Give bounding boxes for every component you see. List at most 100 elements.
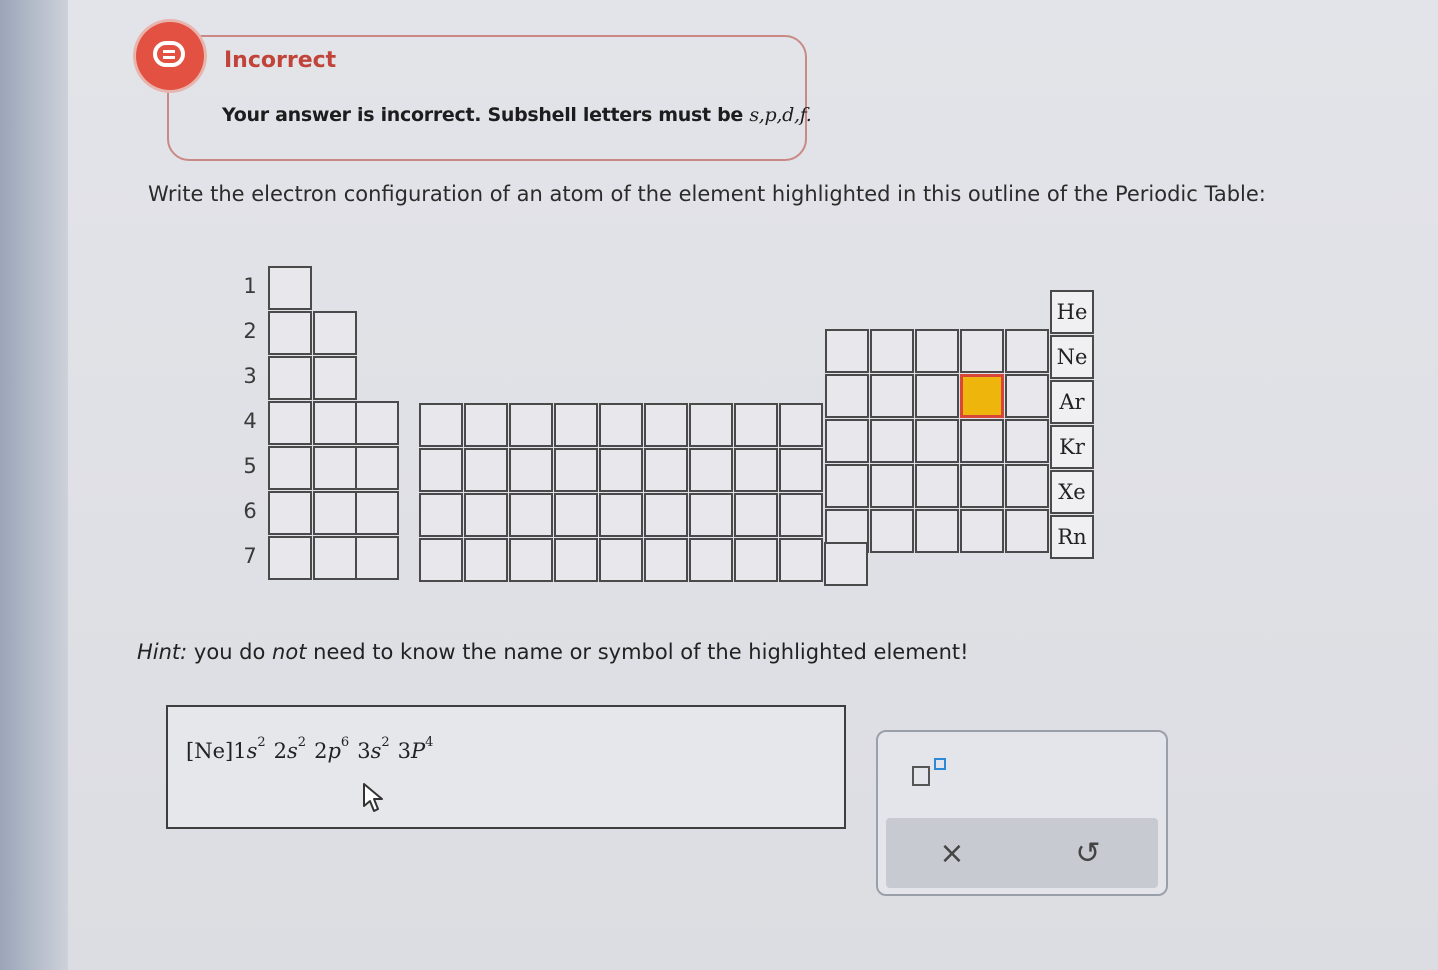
- element-cell: [599, 403, 643, 447]
- element-cell: [313, 311, 357, 355]
- highlighted-element-cell: [960, 374, 1004, 418]
- element-cell: [268, 401, 312, 445]
- element-cell: [554, 448, 598, 492]
- element-cell: [268, 356, 312, 400]
- math-tools-panel: × ↺: [876, 730, 1168, 896]
- period-number: 6: [243, 499, 257, 523]
- element-cell: [268, 311, 312, 355]
- element-cell: [960, 509, 1004, 553]
- element-cell: [779, 448, 823, 492]
- period-number: 1: [243, 274, 257, 298]
- subshell-term: 1s2: [233, 735, 266, 763]
- noble-gas-cell-ar: Ar: [1050, 380, 1094, 424]
- question-text: Write the electron configuration of an a…: [148, 182, 1266, 206]
- element-cell: [915, 329, 959, 373]
- element-cell: [734, 538, 778, 582]
- element-cell: [734, 493, 778, 537]
- superscript-button[interactable]: [908, 756, 956, 796]
- subshell-letters: s,p,d,f: [749, 104, 806, 126]
- element-cell: [464, 538, 508, 582]
- element-cell: [825, 419, 869, 463]
- noble-gas-cell-xe: Xe: [1050, 470, 1094, 514]
- element-cell: [689, 403, 733, 447]
- element-cell: [1005, 329, 1049, 373]
- element-cell: [419, 403, 463, 447]
- subshell-term: 3P4: [397, 735, 434, 763]
- element-cell: [313, 446, 357, 490]
- element-cell: [268, 536, 312, 580]
- element-cell: [268, 266, 312, 310]
- element-cell: [509, 448, 553, 492]
- feedback-title: Incorrect: [224, 48, 337, 73]
- element-cell: [825, 374, 869, 418]
- element-cell: [644, 403, 688, 447]
- element-cell: [313, 356, 357, 400]
- element-cell: [960, 464, 1004, 508]
- element-cell: [355, 401, 399, 445]
- element-cell: [689, 538, 733, 582]
- element-cell: [870, 329, 914, 373]
- element-cell: [268, 446, 312, 490]
- element-cell: [509, 538, 553, 582]
- element-cell: [734, 403, 778, 447]
- core-notation: [Ne]: [186, 739, 234, 763]
- element-cell: [419, 448, 463, 492]
- element-cell: [915, 509, 959, 553]
- element-cell: [355, 536, 399, 580]
- element-cell: [599, 448, 643, 492]
- tool-action-bar: × ↺: [886, 818, 1158, 888]
- period-number: 5: [243, 454, 257, 478]
- element-cell: [509, 403, 553, 447]
- element-cell: [644, 493, 688, 537]
- element-cell: [268, 491, 312, 535]
- element-cell: [1005, 509, 1049, 553]
- element-cell: [313, 491, 357, 535]
- element-cell: [824, 542, 868, 586]
- element-cell: [915, 374, 959, 418]
- screen-edge: [0, 0, 68, 970]
- element-cell: [1005, 374, 1049, 418]
- element-cell: [355, 491, 399, 535]
- element-cell: [554, 538, 598, 582]
- subshell-term: 3s2: [357, 735, 390, 763]
- element-cell: [960, 329, 1004, 373]
- element-cell: [313, 536, 357, 580]
- period-number: 2: [243, 319, 257, 343]
- element-cell: [960, 419, 1004, 463]
- answer-input[interactable]: [Ne]1s2 2s2 2p6 3s2 3P4: [166, 705, 846, 829]
- element-cell: [779, 538, 823, 582]
- element-cell: [509, 493, 553, 537]
- element-cell: [915, 419, 959, 463]
- element-cell: [1005, 464, 1049, 508]
- element-cell: [313, 401, 357, 445]
- period-number: 3: [243, 364, 257, 388]
- element-cell: [644, 448, 688, 492]
- chat-bubble-icon: [136, 22, 204, 90]
- noble-gas-cell-kr: Kr: [1050, 425, 1094, 469]
- clear-button[interactable]: ×: [922, 828, 982, 878]
- feedback-message: Your answer is incorrect. Subshell lette…: [222, 104, 812, 126]
- superscript-box-icon: [912, 766, 930, 786]
- noble-gas-cell-he: He: [1050, 290, 1094, 334]
- element-cell: [915, 464, 959, 508]
- element-cell: [825, 329, 869, 373]
- element-cell: [464, 493, 508, 537]
- element-cell: [779, 403, 823, 447]
- hint-text: Hint: you do not need to know the name o…: [137, 640, 969, 664]
- element-cell: [870, 419, 914, 463]
- mouse-pointer-icon: [363, 783, 383, 812]
- period-number: 4: [243, 409, 257, 433]
- element-cell: [644, 538, 688, 582]
- undo-button[interactable]: ↺: [1058, 828, 1118, 878]
- element-cell: [870, 509, 914, 553]
- element-cell: [599, 493, 643, 537]
- element-cell: [419, 493, 463, 537]
- element-cell: [554, 493, 598, 537]
- element-cell: [419, 538, 463, 582]
- element-cell: [689, 448, 733, 492]
- element-cell: [464, 448, 508, 492]
- element-cell: [599, 538, 643, 582]
- element-cell: [870, 464, 914, 508]
- noble-gas-cell-ne: Ne: [1050, 335, 1094, 379]
- subshell-term: 2p6: [314, 735, 350, 763]
